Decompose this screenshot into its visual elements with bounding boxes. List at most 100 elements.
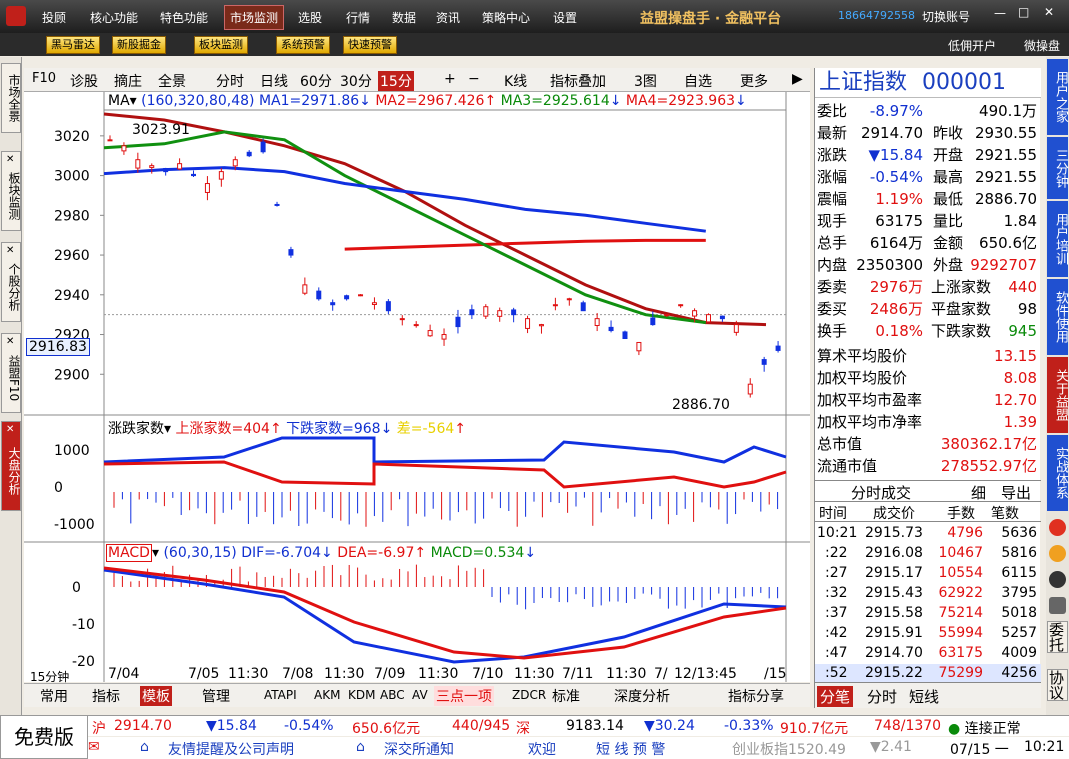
indicator-overlay-dropdown[interactable]: 指标叠加: [550, 71, 606, 91]
close-icon[interactable]: ✕: [6, 244, 14, 257]
period-select[interactable]: 15分钟: [30, 668, 69, 685]
intraday-button[interactable]: 分时: [216, 71, 244, 91]
daily-button[interactable]: 日线: [260, 71, 288, 91]
tab-minute[interactable]: 分时: [867, 686, 897, 707]
menu-data[interactable]: 数据: [392, 9, 416, 26]
tab-atapi[interactable]: ATAPI: [264, 688, 297, 702]
diagnose-button[interactable]: 诊股: [70, 71, 98, 91]
15min-button[interactable]: 15分: [378, 71, 414, 91]
maximize-icon[interactable]: □: [1018, 5, 1029, 19]
close-icon[interactable]: ✕: [6, 423, 14, 436]
tab-three-minutes[interactable]: 三分钟: [1047, 137, 1068, 199]
chart-area[interactable]: 3020 3000 2980 2960 2940 2920 2900 1000 0 -1000 0-…: [24, 92, 810, 682]
tab-software-use[interactable]: 软件使用: [1047, 279, 1068, 355]
tab-f10[interactable]: ✕ 益盟F10: [1, 333, 21, 413]
tab-indicator[interactable]: 指标: [92, 686, 120, 706]
export-button[interactable]: 导出: [1001, 482, 1031, 503]
next-arrow-icon[interactable]: ▶: [792, 71, 803, 87]
tab-market-overview[interactable]: 市场全景: [1, 63, 21, 133]
menu-strategy[interactable]: 策略中心: [482, 9, 530, 26]
entrust-button[interactable]: 委托: [1047, 621, 1068, 653]
heima-radar-button[interactable]: 黑马雷达: [46, 36, 100, 54]
up-count-line: [103, 460, 787, 489]
chat-icon[interactable]: [1049, 519, 1066, 536]
f10-button[interactable]: F10: [32, 71, 56, 86]
tab-user-home[interactable]: 用户之家: [1047, 59, 1068, 135]
tab-akm[interactable]: AKM: [314, 688, 340, 702]
menu-pick[interactable]: 选股: [298, 9, 322, 26]
tab-common[interactable]: 常用: [40, 686, 68, 706]
stat-value: 8.08: [1003, 369, 1037, 387]
tab-sector-monitor[interactable]: ✕ 板块监测: [1, 151, 21, 231]
three-chart-dropdown[interactable]: 3图: [634, 71, 657, 91]
quick-alert-button[interactable]: 快速预警: [343, 36, 397, 54]
overview-button[interactable]: 全景: [158, 71, 186, 91]
tab-indicator-share[interactable]: 指标分享: [728, 686, 784, 706]
tab-stock-analysis[interactable]: ✕ 个股分析: [1, 242, 21, 322]
tab-about[interactable]: 关于益盟: [1047, 357, 1068, 433]
more-dropdown[interactable]: 更多: [740, 71, 768, 91]
watchlist-dropdown[interactable]: 自选: [684, 71, 712, 91]
system-alert-button[interactable]: 系统预警: [276, 36, 330, 54]
tab-kdm[interactable]: KDM: [348, 688, 375, 702]
menu-tougu[interactable]: 投顾: [42, 9, 66, 26]
shortline-alert[interactable]: 短 线 预 警: [596, 739, 665, 759]
tab-market-analysis[interactable]: ✕ 大盘分析: [1, 421, 21, 511]
detail-button[interactable]: 细: [971, 482, 986, 503]
menu-news[interactable]: 资讯: [436, 9, 460, 26]
menu-settings[interactable]: 设置: [553, 9, 577, 26]
tab-zdcr[interactable]: ZDCR: [512, 688, 546, 702]
ma-name[interactable]: MA: [108, 93, 130, 109]
micro-trade-link[interactable]: 微操盘: [1024, 37, 1060, 54]
menu-feature[interactable]: 特色功能: [160, 9, 208, 26]
macd-name[interactable]: MACD: [106, 544, 152, 562]
tab-user-training[interactable]: 用户培训: [1047, 201, 1068, 277]
ipo-mining-button[interactable]: 新股掘金: [112, 36, 166, 54]
trade-row[interactable]: :47 2914.70 63175 4009: [815, 644, 1041, 664]
adv-name[interactable]: 涨跌家数: [108, 421, 164, 437]
tab-manage[interactable]: 管理: [202, 686, 230, 706]
60min-button[interactable]: 60分: [300, 71, 332, 91]
open-account-link[interactable]: 低佣开户: [948, 37, 996, 54]
tab-trades[interactable]: 分时成交: [851, 482, 911, 503]
close-icon[interactable]: ✕: [1044, 5, 1054, 19]
tab-standard[interactable]: 标准: [552, 686, 580, 706]
trade-row[interactable]: :42 2915.91 55994 5257: [815, 624, 1041, 644]
notice-szse[interactable]: 深交所通知: [384, 739, 454, 759]
trade-row[interactable]: :37 2915.58 75214 5018: [815, 604, 1041, 624]
zoom-in-button[interactable]: +: [444, 71, 456, 87]
tab-combat-system[interactable]: 实战体系: [1047, 435, 1068, 511]
menu-quote[interactable]: 行情: [346, 9, 370, 26]
tab-tick[interactable]: 分笔: [817, 686, 854, 707]
close-icon[interactable]: ✕: [6, 335, 14, 348]
trade-row[interactable]: :22 2916.08 10467 5816: [815, 544, 1041, 564]
zoom-out-button[interactable]: −: [468, 71, 480, 87]
user-icon[interactable]: [1049, 545, 1066, 562]
sector-monitor-button[interactable]: 板块监测: [194, 36, 248, 54]
tab-shortline[interactable]: 短线: [909, 686, 939, 707]
menu-core[interactable]: 核心功能: [90, 9, 138, 26]
zhuang-button[interactable]: 摘庄: [114, 71, 142, 91]
tab-template[interactable]: 模板: [140, 686, 172, 706]
lock-icon[interactable]: [1049, 597, 1066, 614]
qq-icon[interactable]: [1049, 571, 1066, 588]
notice-mail-icon[interactable]: ✉: [88, 739, 100, 755]
tab-av[interactable]: AV: [412, 688, 428, 702]
menu-market-monitor[interactable]: 市场监测: [224, 5, 285, 30]
kline-dropdown[interactable]: K线: [504, 71, 527, 91]
30min-button[interactable]: 30分: [340, 71, 372, 91]
protocol-button[interactable]: 协议: [1047, 669, 1068, 701]
kline-chart-svg[interactable]: 302030002980296029402920290010000-10000-…: [24, 92, 810, 682]
switch-account-link[interactable]: 切换账号: [922, 8, 970, 25]
minimize-icon[interactable]: —: [994, 6, 1006, 20]
trade-row[interactable]: :32 2915.43 62922 3795: [815, 584, 1041, 604]
sh-amount: 650.6亿元: [352, 721, 421, 737]
tab-abc[interactable]: ABC: [380, 688, 405, 702]
trade-row[interactable]: :27 2915.17 10554 6115: [815, 564, 1041, 584]
close-icon[interactable]: ✕: [6, 153, 14, 166]
trade-row[interactable]: :52 2915.22 75299 4256: [815, 664, 1041, 684]
tab-deep-analysis[interactable]: 深度分析: [614, 686, 670, 706]
notice-disclaimer[interactable]: 友情提醒及公司声明: [168, 739, 294, 759]
tab-sandian[interactable]: 三点一项: [434, 686, 494, 706]
trade-row[interactable]: 10:21 2915.73 4796 5636: [815, 524, 1041, 544]
